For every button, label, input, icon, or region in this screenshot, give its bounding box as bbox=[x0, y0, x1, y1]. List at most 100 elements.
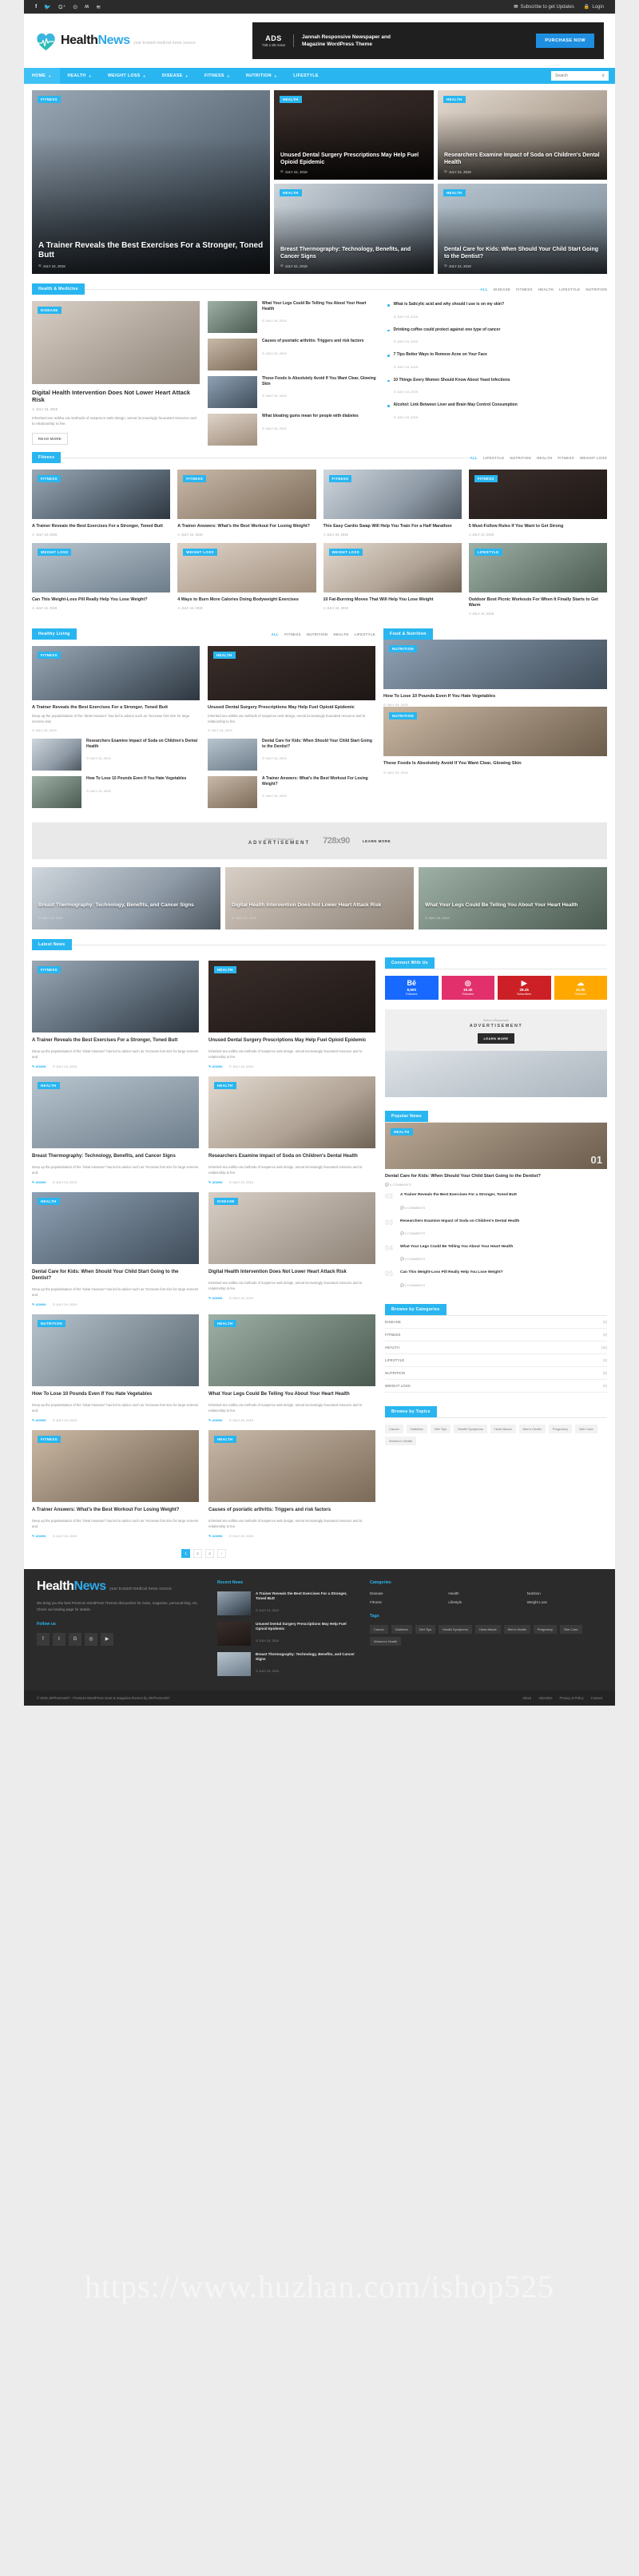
tag[interactable]: Diabetes bbox=[406, 1424, 427, 1433]
category-badge[interactable]: HEALTH bbox=[214, 1082, 236, 1090]
category-badge[interactable]: HEALTH bbox=[214, 966, 236, 974]
category-badge[interactable]: HEALTH bbox=[213, 652, 236, 660]
youtube-icon[interactable]: ▶ bbox=[101, 1632, 113, 1646]
news-author[interactable]: ✎ ADMIN bbox=[32, 1418, 46, 1422]
list-item[interactable]: 7 Tips Better Ways to Remove Acne on You… bbox=[387, 352, 607, 372]
footer-news-row[interactable]: Unused Dental Surgery Prescriptions May … bbox=[217, 1622, 357, 1647]
hero-main-card[interactable]: FITNESS A Trainer Reveals the Best Exerc… bbox=[32, 90, 270, 274]
category-row[interactable]: WEIGHT LOSS (5) bbox=[385, 1380, 607, 1393]
instagram-follow-button[interactable]: ◎ 19.4k Followers bbox=[441, 976, 494, 1001]
news-author[interactable]: ✎ ADMIN bbox=[208, 1064, 222, 1068]
news-card[interactable]: NUTRITION How To Lose 10 Pounds Even If … bbox=[32, 1314, 199, 1422]
site-logo[interactable]: HealthNews your trusted medical news sou… bbox=[35, 31, 196, 51]
list-item[interactable]: Alcohol: Link Between Liver and Brain Ma… bbox=[387, 402, 607, 422]
search-input[interactable] bbox=[555, 73, 602, 78]
list-item[interactable]: What bloating gums mean for people with … bbox=[208, 414, 379, 446]
article-card[interactable]: WEIGHT LOSS 10 Fat-Burning Moves That Wil… bbox=[323, 543, 462, 616]
tag[interactable]: Pregnancy bbox=[548, 1424, 572, 1433]
category-badge[interactable]: FITNESS bbox=[38, 652, 61, 660]
news-author[interactable]: ✎ ADMIN bbox=[208, 1296, 222, 1300]
hero-card-3[interactable]: HEALTH Breast Thermography: Technology, … bbox=[274, 184, 434, 274]
fitness-section-tabs[interactable]: ALL LIFESTYLE NUTRITION HEALTH FITNESS W… bbox=[470, 456, 607, 460]
tag[interactable]: Diet Tips bbox=[415, 1625, 436, 1635]
widget-sidebar-ad[interactable]: Select a Responsive ADVERTISEMENT LEARN … bbox=[385, 1009, 607, 1098]
article-card[interactable]: WEIGHT LOSS Can This Weight-Loss Pill Rea… bbox=[32, 543, 171, 616]
article-card[interactable]: HEALTH Unused Dental Surgery Prescriptio… bbox=[208, 646, 375, 732]
list-item[interactable]: Causes of psoriatic arthritis: Triggers … bbox=[208, 339, 379, 371]
list-item[interactable]: Researchers Examine Impact of Soda on Ch… bbox=[32, 739, 200, 771]
footer-category[interactable]: Fitness bbox=[370, 1600, 445, 1604]
link-contact[interactable]: Contact bbox=[591, 1696, 602, 1700]
tab-all[interactable]: ALL bbox=[470, 456, 478, 460]
tab-lifestyle[interactable]: LIFESTYLE bbox=[355, 632, 375, 636]
tag[interactable]: Men's Health bbox=[518, 1424, 546, 1433]
category-badge[interactable]: FITNESS bbox=[38, 475, 61, 482]
living-section-tabs[interactable]: ALL FITNESS NUTRITION HEALTH LIFESTYLE bbox=[272, 632, 375, 636]
tab-fitness[interactable]: FITNESS bbox=[558, 456, 574, 460]
learn-more-link[interactable]: LEARN MORE bbox=[363, 839, 391, 843]
tab-nutrition[interactable]: NUTRITION bbox=[585, 287, 607, 291]
inline-ad-banner[interactable]: Select a Responsive ADVERTISEMENT 728x90… bbox=[32, 822, 607, 860]
tab-health[interactable]: HEALTH bbox=[538, 287, 554, 291]
news-card[interactable]: FITNESS A Trainer Reveals the Best Exerc… bbox=[32, 961, 199, 1068]
category-row[interactable]: LIFESTYLE (3) bbox=[385, 1354, 607, 1367]
tag[interactable]: Cancer bbox=[370, 1625, 388, 1635]
category-badge[interactable]: HEALTH bbox=[38, 1198, 60, 1206]
nav-item-weight-loss[interactable]: WEIGHT LOSS ▼ bbox=[100, 68, 154, 84]
news-card[interactable]: HEALTH Dental Care for Kids: When Should… bbox=[32, 1192, 199, 1306]
article-card[interactable]: FITNESS A Trainer Reveals the Best Exerc… bbox=[32, 646, 200, 732]
category-badge[interactable]: DISEASE bbox=[214, 1198, 238, 1206]
category-badge[interactable]: FITNESS bbox=[474, 475, 498, 482]
google-plus-icon[interactable]: G bbox=[69, 1632, 81, 1646]
tab-health[interactable]: HEALTH bbox=[537, 456, 552, 460]
soundcloud-follow-button[interactable]: ☁ 21.5k Followers bbox=[554, 976, 607, 1001]
page-next[interactable]: › bbox=[217, 1549, 226, 1559]
list-item[interactable]: 10 Things Every Women Should Know About … bbox=[387, 378, 607, 398]
category-row[interactable]: DISEASE (5) bbox=[385, 1316, 607, 1329]
footer-category[interactable]: Weight Loss bbox=[527, 1600, 602, 1604]
tag[interactable]: Health Symptoms bbox=[439, 1625, 472, 1635]
purchase-now-button[interactable]: PURCHASE NOW bbox=[536, 34, 594, 48]
link-about[interactable]: About bbox=[522, 1696, 531, 1700]
search-box[interactable]: ⌕ bbox=[551, 71, 609, 81]
category-badge[interactable]: HEALTH bbox=[280, 96, 302, 103]
nav-item-health[interactable]: HEALTH ▼ bbox=[60, 68, 100, 84]
nav-item-home[interactable]: HOME ▼ bbox=[24, 68, 60, 84]
news-card[interactable]: HEALTH What Your Legs Could Be Telling Y… bbox=[208, 1314, 375, 1422]
list-item[interactable]: Those Foods Is Absolutely Avoid If You W… bbox=[208, 376, 379, 408]
article-card[interactable]: FITNESS A Trainer Answers: What's the Bes… bbox=[177, 470, 316, 537]
article-card[interactable]: FITNESS This Easy Cardio Swap Will Help Y… bbox=[323, 470, 462, 537]
footer-category[interactable]: Lifestyle bbox=[448, 1600, 523, 1604]
subscribe-link[interactable]: ✉ Subscribe to get Updates bbox=[514, 4, 574, 10]
search-icon[interactable]: ⌕ bbox=[602, 73, 605, 79]
news-author[interactable]: ✎ ADMIN bbox=[32, 1534, 46, 1538]
nav-item-lifestyle[interactable]: LIFESTYLE bbox=[285, 68, 327, 84]
tag[interactable]: Men's Health bbox=[503, 1625, 530, 1635]
news-author[interactable]: ✎ ADMIN bbox=[32, 1302, 46, 1306]
category-row[interactable]: FITNESS (8) bbox=[385, 1329, 607, 1342]
banner-card[interactable]: What Your Legs Could Be Telling You Abou… bbox=[419, 867, 607, 930]
news-author[interactable]: ✎ ADMIN bbox=[208, 1180, 222, 1184]
hero-card-1[interactable]: HEALTH Unused Dental Surgery Prescriptio… bbox=[274, 90, 434, 180]
news-card[interactable]: HEALTH Unused Dental Surgery Prescriptio… bbox=[208, 961, 375, 1068]
news-card[interactable]: FITNESS A Trainer Answers: What's the Be… bbox=[32, 1430, 199, 1538]
news-author[interactable]: ✎ ADMIN bbox=[208, 1534, 222, 1538]
category-badge[interactable]: DISEASE bbox=[38, 307, 62, 314]
tab-nutrition[interactable]: NUTRITION bbox=[307, 632, 328, 636]
news-author[interactable]: ✎ ADMIN bbox=[32, 1064, 46, 1068]
tag[interactable]: Heart Attack bbox=[490, 1424, 516, 1433]
tag[interactable]: Women's Health bbox=[370, 1637, 402, 1647]
topbar-social-links[interactable]: 𝐟 🐦 G⁺ ⊙ ʍ ≋ bbox=[35, 4, 101, 10]
read-more-button[interactable]: READ MORE bbox=[32, 432, 68, 445]
banner-card[interactable]: Digital Health Intervention Does Not Low… bbox=[225, 867, 414, 930]
category-row[interactable]: HEALTH (15) bbox=[385, 1342, 607, 1354]
category-badge[interactable]: HEALTH bbox=[214, 1436, 236, 1444]
category-badge[interactable]: HEALTH bbox=[214, 1320, 236, 1328]
popular-row[interactable]: 04 What Your Legs Could Be Telling You A… bbox=[385, 1244, 607, 1264]
nav-item-fitness[interactable]: FITNESS ▼ bbox=[196, 68, 238, 84]
footer-category[interactable]: Health bbox=[448, 1591, 523, 1595]
category-badge[interactable]: HEALTH bbox=[443, 96, 466, 103]
tab-lifestyle[interactable]: LIFESTYLE bbox=[483, 456, 504, 460]
article-card[interactable]: NUTRITION These Foods Is Absolutely Avoi… bbox=[383, 707, 607, 775]
category-badge[interactable]: NUTRITION bbox=[389, 712, 417, 720]
